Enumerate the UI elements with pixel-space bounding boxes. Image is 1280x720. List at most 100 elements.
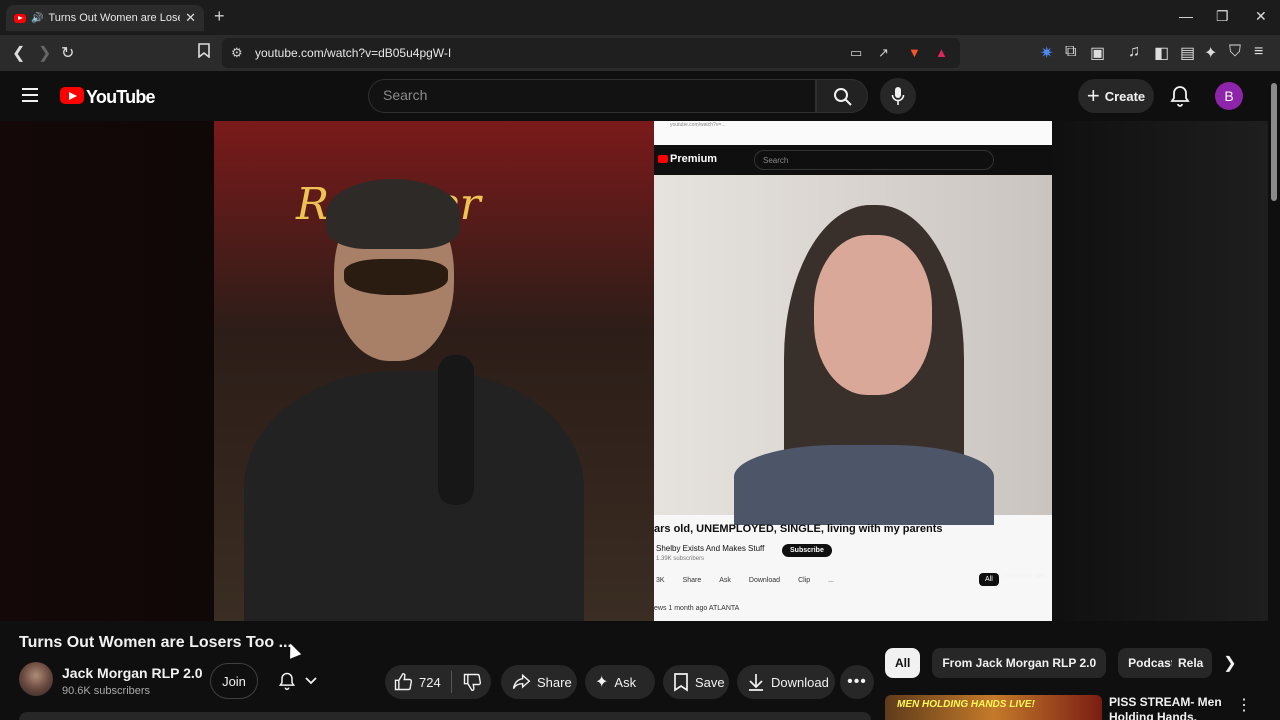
embedded-premium-label: Premium (670, 153, 718, 165)
embedded-url-strip: youtube.com/watch?v=... (654, 121, 1052, 145)
channel-name[interactable]: Jack Morgan RLP 2.0 (62, 665, 203, 681)
thumbs-up-icon[interactable] (393, 672, 413, 692)
chip-from-channel[interactable]: From Jack Morgan RLP 2.0 (932, 648, 1107, 678)
bookmark-icon[interactable] (198, 43, 210, 63)
scrollbar-thumb[interactable] (1271, 83, 1277, 201)
like-count[interactable]: 724 (419, 675, 441, 690)
embedded-channel-name: Shelby Exists And Makes Stuff (656, 544, 765, 553)
search-icon (834, 88, 852, 106)
embedded-meta: ews 1 month ago ATLANTA (654, 605, 740, 612)
podcast-microphone (438, 355, 474, 505)
more-horizontal-icon: ••• (847, 673, 867, 690)
menu-icon[interactable]: ≡ (1254, 43, 1263, 61)
search-input[interactable] (383, 87, 783, 103)
wallet-icon[interactable]: ▤ (1180, 43, 1195, 63)
save-label: Save (695, 674, 725, 690)
reload-icon[interactable]: ↻ (61, 43, 74, 63)
thumbs-down-icon[interactable] (462, 672, 482, 692)
url-text[interactable]: youtube.com/watch?v=dB05u4pgW-I (255, 46, 451, 60)
address-bar[interactable]: ⚙ youtube.com/watch?v=dB05u4pgW-I ▭ ↗ ▼ … (222, 38, 960, 68)
screenshot-icon[interactable]: ▣ (1090, 43, 1105, 63)
youtube-header: YouTube + Create B (0, 71, 1280, 121)
share-button[interactable]: Share (501, 665, 577, 699)
back-icon[interactable]: ❮ (12, 43, 25, 63)
woman-shirt (734, 445, 994, 525)
leo-ai-icon[interactable]: ✦ (1204, 43, 1217, 63)
sunglasses (344, 259, 448, 295)
recommended-video-thumbnail[interactable]: MEN HOLDING HANDS LIVE! (885, 695, 1102, 720)
embedded-youtube-logo-icon (658, 155, 668, 163)
browser-tab[interactable]: 🔊 Turns Out Women are Losers ✕ (6, 5, 204, 31)
ask-button[interactable]: ✦ Ask (585, 665, 655, 699)
download-label: Download (771, 674, 829, 690)
media-icon[interactable]: ♫ (1128, 43, 1140, 61)
create-button[interactable]: + Create (1078, 79, 1154, 113)
close-window-icon[interactable]: ✕ (1255, 8, 1267, 25)
youtube-logo-icon[interactable] (60, 87, 84, 104)
plus-icon: + (1086, 83, 1100, 108)
account-avatar[interactable]: B (1215, 82, 1243, 110)
notifications-bell-icon[interactable] (1168, 84, 1192, 108)
cast-icon[interactable]: ▭ (850, 45, 862, 61)
more-vertical-icon[interactable]: ⋮ (1236, 695, 1252, 715)
hamburger-menu-icon[interactable] (22, 88, 38, 102)
browser-nav-bar: ❮ ❯ ↻ ⚙ youtube.com/watch?v=dB05u4pgW-I … (0, 35, 1280, 71)
minimize-icon[interactable]: — (1179, 8, 1193, 24)
close-tab-icon[interactable]: ✕ (185, 10, 196, 26)
tab-title: Turns Out Women are Losers (48, 12, 181, 24)
notification-settings-button[interactable] (266, 663, 328, 699)
host-hair (326, 179, 460, 249)
puzzle-extensions-icon[interactable]: ⧉ (1065, 43, 1076, 61)
subscriber-count: 90.6K subscribers (62, 685, 151, 697)
join-button[interactable]: Join (210, 663, 258, 699)
share-page-icon[interactable]: ↗ (878, 45, 889, 61)
video-player[interactable]: Rowster youtube.com/watch?v=... Premium … (0, 121, 1268, 621)
download-icon (749, 674, 763, 691)
related-filter-chips: All From Jack Morgan RLP 2.0 Podcasts (885, 648, 1192, 678)
embedded-video-title: ars old, UNEMPLOYED, SINGLE, living with… (654, 523, 943, 535)
chip-related-clipped[interactable]: Rela (1172, 648, 1212, 678)
channel-avatar[interactable] (19, 662, 53, 696)
youtube-logo-text[interactable]: YouTube (86, 87, 156, 108)
description-box[interactable] (19, 712, 871, 720)
share-label: Share (537, 674, 572, 690)
embedded-header: Premium Search (654, 145, 1052, 175)
thumbnail-text: MEN HOLDING HANDS LIVE! (897, 699, 1035, 710)
video-frame-host: Rowster (214, 121, 654, 621)
sidebar-icon[interactable]: ◧ (1154, 43, 1169, 63)
download-button[interactable]: Download (737, 665, 835, 699)
chips-next-button[interactable]: ❯ (1215, 648, 1245, 678)
embedded-actions: 3K Share Ask Download Clip ... (656, 577, 834, 584)
embedded-subscribe-button: Subscribe (782, 544, 832, 557)
like-dislike-group: 724 (385, 665, 491, 699)
new-tab-icon[interactable]: + (214, 6, 225, 27)
chevron-right-icon: ❯ (1223, 655, 1237, 672)
recommended-video-title[interactable]: PISS STREAM- Men Holding Hands, LIVE! (1109, 695, 1229, 720)
embedded-subscribers: 1.39K subscribers (656, 556, 705, 562)
embedded-video-frame (654, 175, 1052, 525)
speaker-icon[interactable]: 🔊 (31, 13, 43, 24)
chevron-down-icon (305, 677, 317, 685)
site-info-icon[interactable]: ⚙ (231, 45, 243, 61)
more-actions-button[interactable]: ••• (840, 665, 874, 699)
youtube-favicon-icon (14, 13, 26, 23)
brave-shields-icon[interactable]: ▼ (908, 45, 921, 60)
extension-icon[interactable]: ✷ (1040, 43, 1053, 63)
forward-icon[interactable]: ❯ (38, 43, 51, 63)
search-button[interactable] (816, 79, 868, 113)
page-scrollbar[interactable] (1268, 71, 1280, 720)
chip-all[interactable]: All (885, 648, 921, 678)
share-icon (512, 673, 531, 690)
embedded-search: Search (754, 150, 994, 170)
bookmark-save-icon (674, 673, 688, 692)
host-body (244, 371, 584, 621)
video-title[interactable]: Turns Out Women are Losers Too ... (19, 634, 292, 652)
mouse-cursor-icon (284, 641, 302, 659)
voice-search-button[interactable] (880, 78, 916, 114)
vpn-icon[interactable]: ⛉ (1229, 43, 1241, 61)
ask-label: Ask (614, 674, 637, 690)
save-button[interactable]: Save (663, 665, 729, 699)
maximize-icon[interactable]: ❐ (1216, 8, 1229, 25)
rewards-icon[interactable]: ▲ (935, 45, 948, 60)
search-box[interactable] (368, 79, 816, 113)
